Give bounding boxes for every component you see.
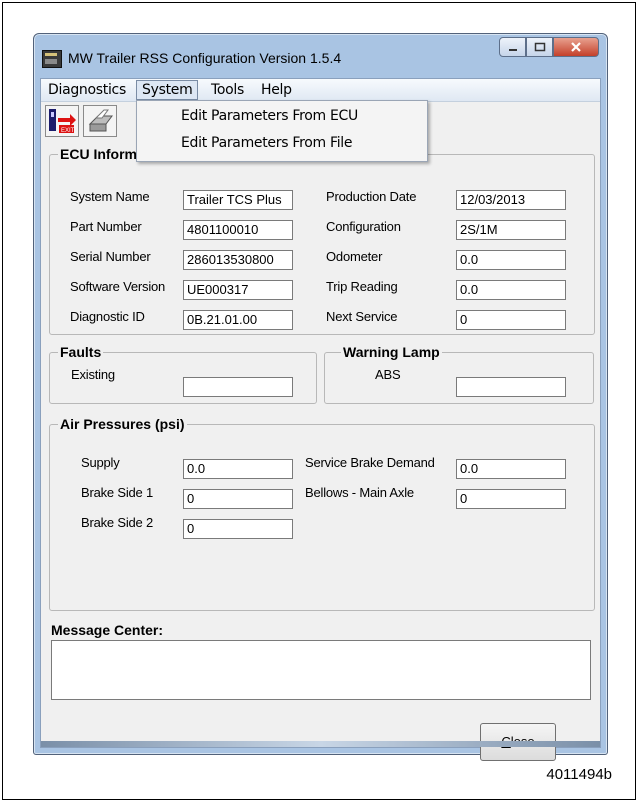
software-version-label: Software Version bbox=[70, 279, 166, 294]
air-pressures-title: Air Pressures (psi) bbox=[60, 416, 185, 432]
window-controls bbox=[499, 37, 599, 59]
menu-help[interactable]: Help bbox=[256, 81, 297, 99]
exit-icon: EXIT bbox=[49, 109, 76, 134]
message-center-box[interactable] bbox=[51, 640, 591, 700]
figure-id: 4011494b bbox=[546, 766, 612, 783]
brake-side-1-field[interactable]: 0 bbox=[183, 489, 293, 509]
menu-bar: Diagnostics System Tools Help bbox=[41, 79, 600, 102]
maximize-icon bbox=[534, 42, 545, 52]
production-date-label: Production Date bbox=[326, 189, 417, 204]
diagnostic-id-label: Diagnostic ID bbox=[70, 309, 145, 324]
abs-label: ABS bbox=[375, 367, 401, 382]
exit-text: EXIT bbox=[61, 128, 75, 134]
trip-reading-label: Trip Reading bbox=[326, 279, 398, 294]
status-bar bbox=[41, 741, 600, 747]
configuration-label: Configuration bbox=[326, 219, 401, 234]
system-menu-dropdown: Edit Parameters From ECU Edit Parameters… bbox=[136, 100, 428, 162]
part-number-field[interactable]: 4801100010 bbox=[183, 220, 293, 240]
diagnostic-id-field[interactable]: 0B.21.01.00 bbox=[183, 310, 293, 330]
configuration-field[interactable]: 2S/1M bbox=[456, 220, 566, 240]
menu-tools[interactable]: Tools bbox=[206, 81, 249, 99]
printer-icon bbox=[88, 109, 113, 132]
title-bar[interactable]: MW Trailer RSS Configuration Version 1.5… bbox=[34, 34, 607, 78]
next-service-label: Next Service bbox=[326, 309, 398, 324]
bellows-main-axle-field[interactable]: 0 bbox=[456, 489, 566, 509]
next-service-field[interactable]: 0 bbox=[456, 310, 566, 330]
abs-field[interactable] bbox=[456, 377, 566, 397]
menu-item-edit-from-ecu[interactable]: Edit Parameters From ECU bbox=[181, 108, 358, 124]
exit-button[interactable]: EXIT bbox=[45, 105, 79, 137]
ecu-information-group: ECU Information bbox=[49, 146, 595, 335]
service-brake-demand-field[interactable]: 0.0 bbox=[456, 459, 566, 479]
serial-number-field[interactable]: 286013530800 bbox=[183, 250, 293, 270]
supply-label: Supply bbox=[81, 455, 120, 470]
part-number-label: Part Number bbox=[70, 219, 142, 234]
system-name-field[interactable]: Trailer TCS Plus bbox=[183, 190, 293, 210]
trip-reading-field[interactable]: 0.0 bbox=[456, 280, 566, 300]
menu-item-edit-from-file[interactable]: Edit Parameters From File bbox=[181, 135, 353, 151]
brake-side-2-field[interactable]: 0 bbox=[183, 519, 293, 539]
existing-label: Existing bbox=[71, 367, 115, 382]
software-version-field[interactable]: UE000317 bbox=[183, 280, 293, 300]
menu-system[interactable]: System bbox=[136, 80, 199, 100]
window-title: MW Trailer RSS Configuration Version 1.5… bbox=[68, 50, 342, 66]
production-date-field[interactable]: 12/03/2013 bbox=[456, 190, 566, 210]
maximize-button[interactable] bbox=[526, 37, 553, 57]
app-window: MW Trailer RSS Configuration Version 1.5… bbox=[33, 33, 608, 761]
message-center-label: Message Center: bbox=[51, 622, 164, 638]
odometer-field[interactable]: 0.0 bbox=[456, 250, 566, 270]
app-icon bbox=[42, 50, 62, 68]
minimize-button[interactable] bbox=[499, 37, 526, 57]
close-window-button[interactable] bbox=[553, 37, 599, 57]
menu-diagnostics[interactable]: Diagnostics bbox=[43, 81, 131, 99]
air-pressures-group: Air Pressures (psi) bbox=[49, 416, 595, 611]
warning-lamp-title: Warning Lamp bbox=[343, 344, 440, 360]
supply-field[interactable]: 0.0 bbox=[183, 459, 293, 479]
odometer-label: Odometer bbox=[326, 249, 383, 264]
system-name-label: System Name bbox=[70, 189, 150, 204]
client-area: Diagnostics System Tools Help EXIT Edit … bbox=[40, 78, 601, 761]
service-brake-demand-label: Service Brake Demand bbox=[305, 455, 435, 470]
close-icon bbox=[571, 42, 581, 52]
serial-number-label: Serial Number bbox=[70, 249, 151, 264]
faults-title: Faults bbox=[60, 344, 102, 360]
minimize-icon bbox=[508, 49, 517, 51]
brake-side-1-label: Brake Side 1 bbox=[81, 485, 154, 500]
existing-faults-field[interactable] bbox=[183, 377, 293, 397]
bellows-main-axle-label: Bellows - Main Axle bbox=[305, 485, 414, 500]
print-button[interactable] bbox=[83, 105, 117, 137]
brake-side-2-label: Brake Side 2 bbox=[81, 515, 154, 530]
